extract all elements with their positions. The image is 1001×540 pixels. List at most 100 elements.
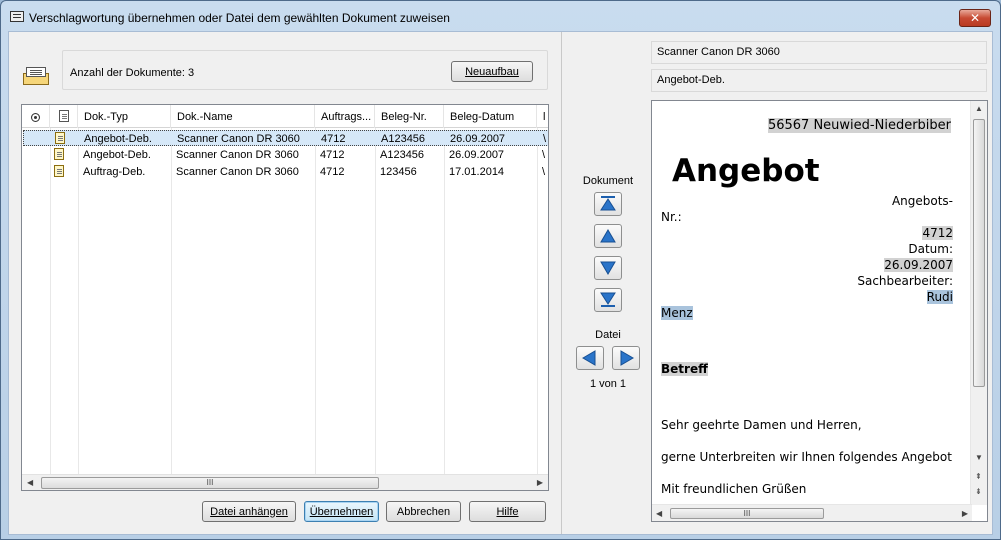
column-beleg-datum[interactable]: Beleg-Datum xyxy=(444,105,537,128)
grid-horizontal-scrollbar[interactable]: ◀ III ▶ xyxy=(22,474,548,490)
preview-address: 56567 Neuwied-Niederbiber xyxy=(767,118,951,133)
first-document-button[interactable] xyxy=(594,192,622,216)
page-up-icon[interactable]: ⇞ xyxy=(975,472,982,481)
apply-button[interactable]: Übernehmen xyxy=(304,501,379,522)
document-name-display: Scanner Canon DR 3060 xyxy=(651,41,987,64)
cancel-button[interactable]: Abbrechen xyxy=(386,501,461,522)
rebuild-button-label: Neuaufbau xyxy=(465,65,519,78)
preview-closing: Mit freundlichen Grüßen xyxy=(661,482,807,496)
arrow-right-icon xyxy=(620,350,634,366)
preview-salutation: Sehr geehrte Damen und Herren, xyxy=(661,418,862,432)
preview-line: Angebots- xyxy=(891,194,953,208)
document-grid[interactable]: Dok.-Typ Dok.-Name Auftrags... Beleg-Nr.… xyxy=(21,104,549,491)
preview-line: Sachbearbeiter: xyxy=(857,274,953,288)
cell-beleg: A123456 xyxy=(380,149,425,161)
preview-scroll-thumb[interactable]: III xyxy=(670,508,824,519)
preview-vertical-scrollbar[interactable]: ▲ ▼ ⇞ ⇟ xyxy=(970,101,987,505)
preview-body: gerne Unterbreiten wir Ihnen folgendes A… xyxy=(661,450,952,464)
help-button[interactable]: Hilfe xyxy=(469,501,546,522)
document-nav-label: Dokument xyxy=(582,175,634,187)
scroll-right-icon[interactable]: ▶ xyxy=(537,478,543,487)
page-info: 1 von 1 xyxy=(589,378,627,390)
preview-line: 26.09.2007 xyxy=(884,258,953,272)
document-preview[interactable]: 56567 Neuwied-Niederbiber Angebot Angebo… xyxy=(651,100,988,522)
arrow-last-icon xyxy=(600,292,616,307)
document-icon xyxy=(55,132,65,144)
cell-beleg: A123456 xyxy=(381,133,426,145)
next-document-button[interactable] xyxy=(594,256,622,280)
page-header-icon xyxy=(59,110,69,122)
last-document-button[interactable] xyxy=(594,288,622,312)
scroll-right-icon[interactable]: ▶ xyxy=(962,509,968,518)
cell-name: Scanner Canon DR 3060 xyxy=(177,133,300,145)
file-nav-label: Datei xyxy=(595,329,621,341)
window-title: Verschlagwortung übernehmen oder Datei d… xyxy=(29,11,450,25)
cell-datum: 17.01.2014 xyxy=(449,166,505,178)
cell-extra: \ xyxy=(543,133,547,145)
dialog-client: Anzahl der Dokumente: 3 Neuaufbau Dok.-T… xyxy=(8,31,993,535)
cell-auftrag: 4712 xyxy=(320,166,345,178)
column-filetype-header[interactable] xyxy=(50,105,78,128)
attach-file-button-label: Datei anhängen xyxy=(210,505,288,518)
previous-document-button[interactable] xyxy=(594,224,622,248)
preview-heading: Angebot xyxy=(672,153,820,189)
cell-beleg: 123456 xyxy=(380,166,417,178)
scroll-up-icon[interactable]: ▲ xyxy=(975,104,983,113)
scroll-left-icon[interactable]: ◀ xyxy=(27,478,33,487)
preview-line: 4712 xyxy=(922,226,953,240)
arrow-up-icon xyxy=(600,229,616,243)
grid-header: Dok.-Typ Dok.-Name Auftrags... Beleg-Nr.… xyxy=(22,105,548,128)
cell-auftrag: 4712 xyxy=(320,149,345,161)
cancel-button-label: Abbrechen xyxy=(396,505,451,518)
dialog-window: Verschlagwortung übernehmen oder Datei d… xyxy=(0,0,1001,540)
cell-extra: \ xyxy=(542,166,546,178)
cell-extra: \ xyxy=(542,149,546,161)
status-header-icon xyxy=(31,112,40,122)
title-bar: Verschlagwortung übernehmen oder Datei d… xyxy=(1,1,1000,31)
column-status-header[interactable] xyxy=(22,105,50,128)
cell-name: Scanner Canon DR 3060 xyxy=(176,149,299,161)
table-row[interactable]: Angebot-Deb. Scanner Canon DR 3060 4712 … xyxy=(23,147,548,163)
apply-button-label: Übernehmen xyxy=(309,505,374,518)
preview-line: Rudi xyxy=(926,290,953,304)
document-list-pane: Anzahl der Dokumente: 3 Neuaufbau Dok.-T… xyxy=(9,32,562,534)
help-button-label: Hilfe xyxy=(496,505,519,518)
previous-file-button[interactable] xyxy=(576,346,604,370)
preview-subject: Betreff xyxy=(661,362,708,376)
arrow-down-icon xyxy=(600,261,616,275)
preview-line: Nr.: xyxy=(661,210,682,224)
preview-horizontal-scrollbar[interactable]: ◀ III ▶ xyxy=(652,504,972,521)
column-more[interactable]: l xyxy=(537,105,548,128)
cell-datum: 26.09.2007 xyxy=(449,149,505,161)
column-dok-name[interactable]: Dok.-Name xyxy=(171,105,315,128)
scroll-down-icon[interactable]: ▼ xyxy=(975,453,983,462)
document-type-display: Angebot-Deb. xyxy=(651,69,987,92)
count-panel: Anzahl der Dokumente: 3 Neuaufbau xyxy=(62,50,548,90)
arrow-left-icon xyxy=(582,350,596,366)
column-beleg-nr[interactable]: Beleg-Nr. xyxy=(375,105,444,128)
document-count-label: Anzahl der Dokumente: 3 xyxy=(70,67,195,79)
close-button[interactable]: ✕ xyxy=(959,9,991,27)
column-auftrag[interactable]: Auftrags... xyxy=(315,105,375,128)
document-icon xyxy=(54,165,64,177)
document-icon xyxy=(54,148,64,160)
column-dok-typ[interactable]: Dok.-Typ xyxy=(78,105,171,128)
vertical-scroll-thumb[interactable] xyxy=(973,119,985,387)
table-row[interactable]: Angebot-Deb. Scanner Canon DR 3060 4712 … xyxy=(23,130,548,146)
scroll-thumb[interactable]: III xyxy=(41,477,379,489)
preview-line: Menz xyxy=(661,306,693,320)
preview-line: Datum: xyxy=(908,242,953,256)
page-down-icon[interactable]: ⇟ xyxy=(975,487,982,496)
next-file-button[interactable] xyxy=(612,346,640,370)
window-icon xyxy=(10,11,24,22)
cell-datum: 26.09.2007 xyxy=(450,133,506,145)
scroll-left-icon[interactable]: ◀ xyxy=(656,509,662,518)
cell-typ: Angebot-Deb. xyxy=(83,149,151,161)
table-row[interactable]: Auftrag-Deb. Scanner Canon DR 3060 4712 … xyxy=(23,164,548,180)
arrow-first-icon xyxy=(600,196,616,211)
attach-file-button[interactable]: Datei anhängen xyxy=(202,501,296,522)
cell-auftrag: 4712 xyxy=(321,133,346,145)
rebuild-button[interactable]: Neuaufbau xyxy=(451,61,533,82)
cell-typ: Auftrag-Deb. xyxy=(83,166,146,178)
cell-name: Scanner Canon DR 3060 xyxy=(176,166,299,178)
